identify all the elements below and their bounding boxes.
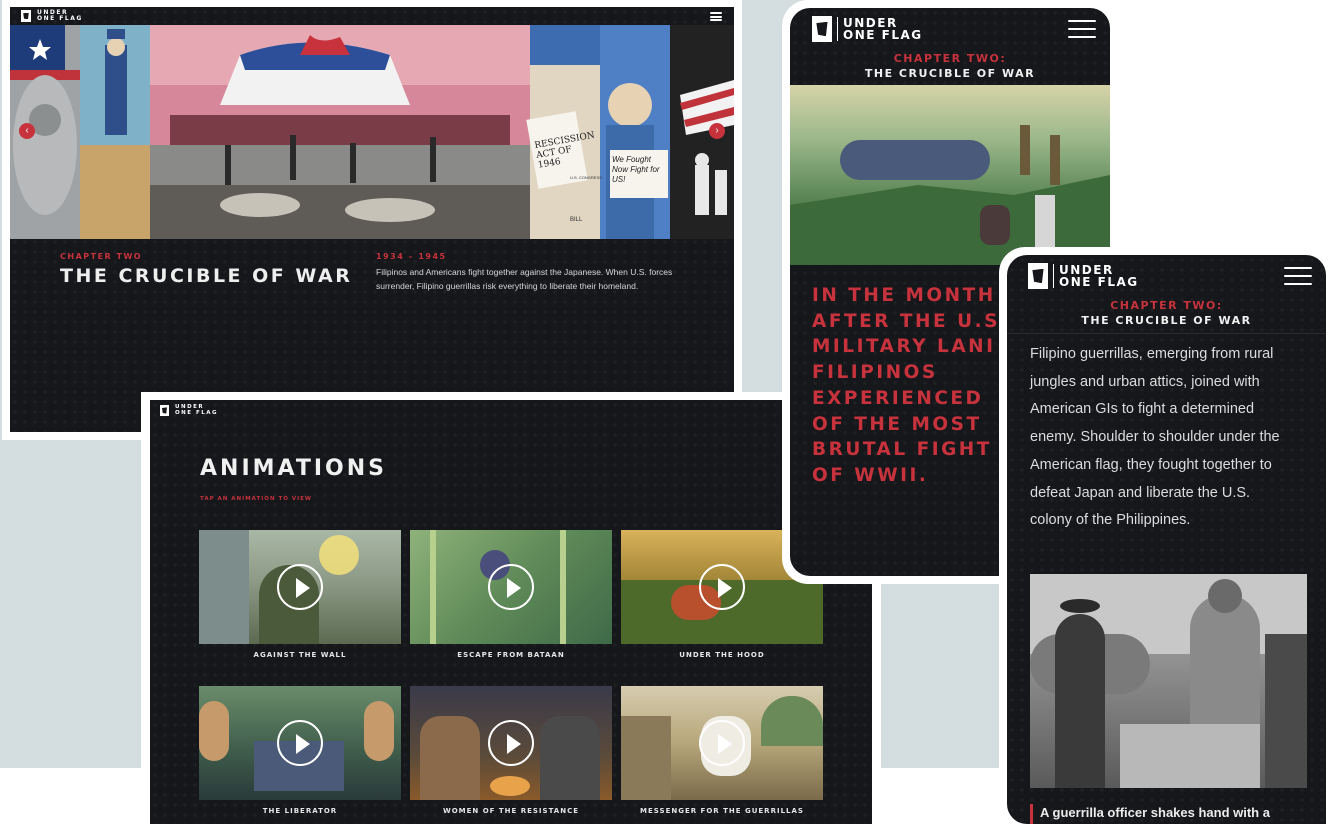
menu-icon[interactable] — [1284, 267, 1312, 285]
animation-label-2: ESCAPE FROM BATAAN — [457, 651, 565, 659]
animation-label-4: THE LIBERATOR — [262, 807, 338, 815]
animation-label-3: UNDER THE HOOD — [679, 651, 765, 659]
animations-screenshot: UNDER ONE FLAG ANIMATIONS TAP AN ANIMATIO… — [141, 392, 881, 824]
body-line: colony of the Philippines. — [1030, 512, 1191, 529]
body-line: Filipino guerrillas, emerging from rural — [1030, 346, 1274, 362]
mobile-chapter-title: THE CRUCIBLE OF WAR — [1081, 314, 1252, 327]
mobile-screenshot-2: UNDER ONE FLAG CHAPTER TWO: THE CRUCIBLE … — [999, 247, 1334, 824]
mobile-body-text: Filipino guerrillas, emerging from rural… — [1030, 341, 1320, 535]
animation-card-messenger-for-the-guerrillas[interactable] — [621, 686, 823, 800]
play-icon[interactable] — [699, 720, 745, 766]
hero-illustration: RESCISSION ACT OF 1946 We Fought Now Fig… — [10, 25, 734, 239]
sign-text-bill: BILL — [570, 217, 583, 223]
sign-text-congress: U.S. CONGRESS — [570, 175, 602, 180]
animations-subtitle: TAP AN ANIMATION TO VIEW — [200, 496, 312, 502]
brand-line2: ONE FLAG — [1059, 275, 1139, 289]
historical-photo — [1030, 574, 1307, 788]
chevron-left-icon: ‹ — [25, 125, 29, 136]
animation-card-women-of-the-resistance[interactable] — [410, 686, 612, 800]
animation-label-1: AGAINST THE WALL — [253, 651, 347, 659]
brand-logo-mobile[interactable]: UNDER ONE FLAG — [812, 16, 923, 42]
brand-logo[interactable]: UNDER ONE FLAG — [21, 10, 83, 22]
body-line: defeat Japan and liberate the U.S. — [1030, 484, 1251, 501]
animation-label-5: WOMEN OF THE RESISTANCE — [442, 807, 580, 815]
body-line: jungles and urban attics, joined with — [1030, 373, 1260, 390]
body-line: enemy. Shoulder to shoulder under the — [1030, 429, 1280, 446]
play-icon[interactable] — [277, 564, 323, 610]
carousel-next-button[interactable]: › — [709, 123, 725, 139]
menu-icon[interactable] — [1068, 20, 1096, 38]
mobile-chapter-label: CHAPTER TWO: — [893, 52, 1007, 65]
mobile-chapter-title: THE CRUCIBLE OF WAR — [864, 67, 1036, 80]
mobile-chapter-label: CHAPTER TWO: — [1110, 299, 1223, 312]
photo-caption: A guerrilla officer shakes hand with a — [1040, 805, 1270, 820]
desktop-screenshot: UNDER ONE FLAG RESCISSION ACT OF 1946 We… — [2, 0, 742, 440]
brand-line2: ONE FLAG — [37, 15, 83, 22]
mobile-header-divider — [1007, 333, 1326, 334]
play-icon[interactable] — [488, 720, 534, 766]
brand-logo-mobile[interactable]: UNDER ONE FLAG — [1028, 263, 1139, 289]
animation-card-the-liberator[interactable] — [199, 686, 401, 800]
animation-card-escape-from-bataan[interactable] — [410, 530, 612, 644]
body-line: American flag, they fought together to — [1030, 456, 1272, 473]
chapter-years: 1934 – 1945 — [376, 252, 447, 261]
animation-card-against-the-wall[interactable] — [199, 530, 401, 644]
shield-icon — [812, 16, 832, 42]
shield-icon — [1028, 263, 1048, 289]
carousel-prev-button[interactable]: ‹ — [19, 123, 35, 139]
chapter-label: CHAPTER TWO — [60, 252, 143, 261]
shield-icon — [21, 10, 31, 22]
brand-line2: ONE FLAG — [175, 409, 218, 416]
sign-text-fought: We Fought Now Fight for US! — [612, 155, 660, 184]
hero-artwork — [10, 25, 734, 239]
chevron-right-icon: › — [715, 125, 719, 136]
photo-caption-bar: A guerrilla officer shakes hand with a — [1030, 804, 1326, 824]
brand-line2: ONE FLAG — [843, 28, 923, 42]
play-icon[interactable] — [277, 720, 323, 766]
shield-icon — [160, 405, 169, 416]
mobile-illustration — [790, 85, 1110, 265]
chapter-title: THE CRUCIBLE OF WAR — [60, 265, 353, 287]
play-icon[interactable] — [488, 564, 534, 610]
body-line: American GIs to fight a determined — [1030, 401, 1255, 418]
chapter-description: Filipinos and Americans fight together a… — [376, 267, 673, 291]
animations-title: ANIMATIONS — [200, 456, 387, 481]
menu-icon[interactable] — [710, 12, 722, 21]
play-icon[interactable] — [699, 564, 745, 610]
animation-label-6: MESSENGER FOR THE GUERRILLAS — [640, 807, 804, 815]
brand-logo-small[interactable]: UNDER ONE FLAG — [160, 404, 218, 416]
